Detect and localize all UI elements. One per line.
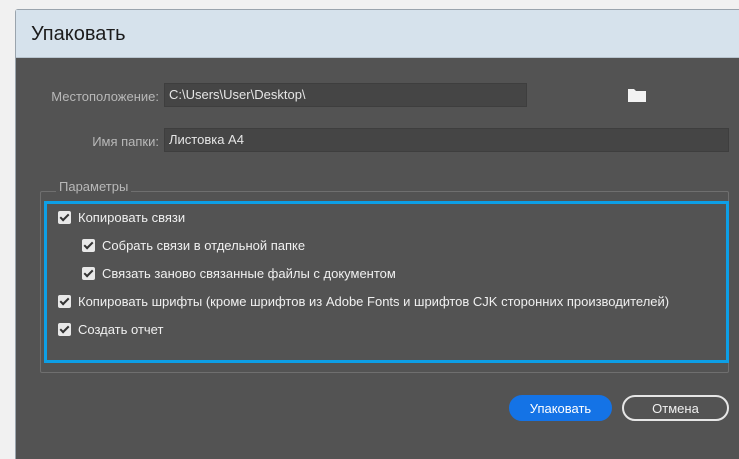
title-bar[interactable]: Упаковать (16, 10, 739, 58)
folder-icon[interactable] (627, 87, 647, 103)
collect-links-checkbox[interactable]: Собрать связи в отдельной папке (82, 236, 305, 254)
checkbox-checked-icon (58, 210, 71, 224)
create-report-checkbox[interactable]: Создать отчет (58, 320, 163, 338)
copy-links-checkbox[interactable]: Копировать связи (58, 208, 185, 226)
checkbox-label: Копировать связи (78, 209, 186, 225)
cancel-button[interactable]: Отмена (622, 395, 729, 421)
checkbox-checked-icon (82, 238, 95, 252)
options-group-title: Параметры (56, 179, 132, 194)
checkbox-checked-icon (58, 294, 71, 308)
checkbox-label: Связать заново связанные файлы с докумен… (102, 265, 396, 281)
location-label: Местоположение: (51, 89, 159, 104)
checkbox-label: Создать отчет (78, 321, 164, 337)
copy-fonts-checkbox[interactable]: Копировать шрифты (кроме шрифтов из Adob… (58, 292, 669, 310)
relink-files-checkbox[interactable]: Связать заново связанные файлы с докумен… (82, 264, 396, 282)
folder-name-input[interactable]: Листовка A4 (164, 128, 729, 152)
checkbox-label: Копировать шрифты (кроме шрифтов из Adob… (78, 293, 670, 309)
package-dialog: Упаковать Местоположение: C:\Users\User\… (15, 9, 739, 459)
folder-name-label: Имя папки: (92, 134, 159, 149)
checkbox-label: Собрать связи в отдельной папке (102, 237, 306, 253)
checkbox-checked-icon (82, 266, 95, 280)
package-button[interactable]: Упаковать (509, 395, 612, 421)
checkbox-checked-icon (58, 322, 71, 336)
dialog-title: Упаковать (31, 23, 126, 45)
location-input[interactable]: C:\Users\User\Desktop\ (164, 83, 527, 107)
